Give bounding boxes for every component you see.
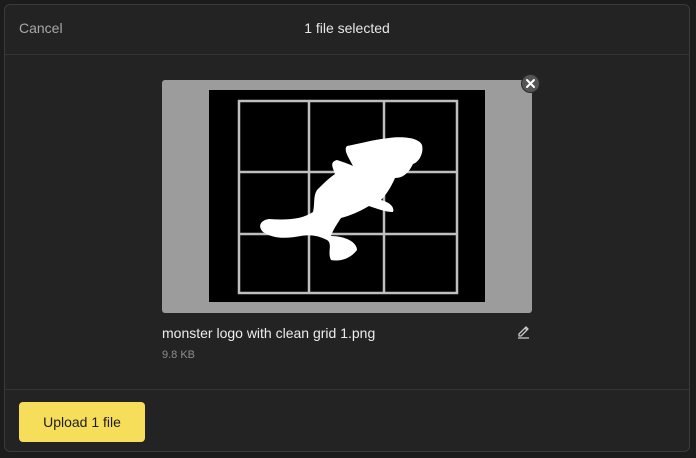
file-list: monster logo with clean grid 1.png 9.8 K… — [5, 55, 689, 389]
dialog-header: Cancel 1 file selected — [5, 5, 689, 55]
close-icon — [526, 79, 535, 88]
file-size: 9.8 KB — [162, 349, 196, 361]
upload-button[interactable]: Upload 1 file — [19, 402, 145, 442]
file-name: monster logo with clean grid 1.png — [162, 325, 376, 341]
dialog-footer: Upload 1 file — [5, 389, 689, 451]
dialog-title: 1 file selected — [304, 20, 390, 36]
file-thumbnail — [162, 80, 532, 313]
remove-file-button[interactable] — [521, 74, 540, 93]
edit-file-button[interactable] — [516, 323, 532, 339]
monster-grid-image — [237, 99, 459, 295]
pencil-icon — [518, 326, 529, 339]
thumbnail-image — [209, 90, 485, 302]
file-upload-dialog: Cancel 1 file selected monster logo with… — [4, 4, 690, 452]
